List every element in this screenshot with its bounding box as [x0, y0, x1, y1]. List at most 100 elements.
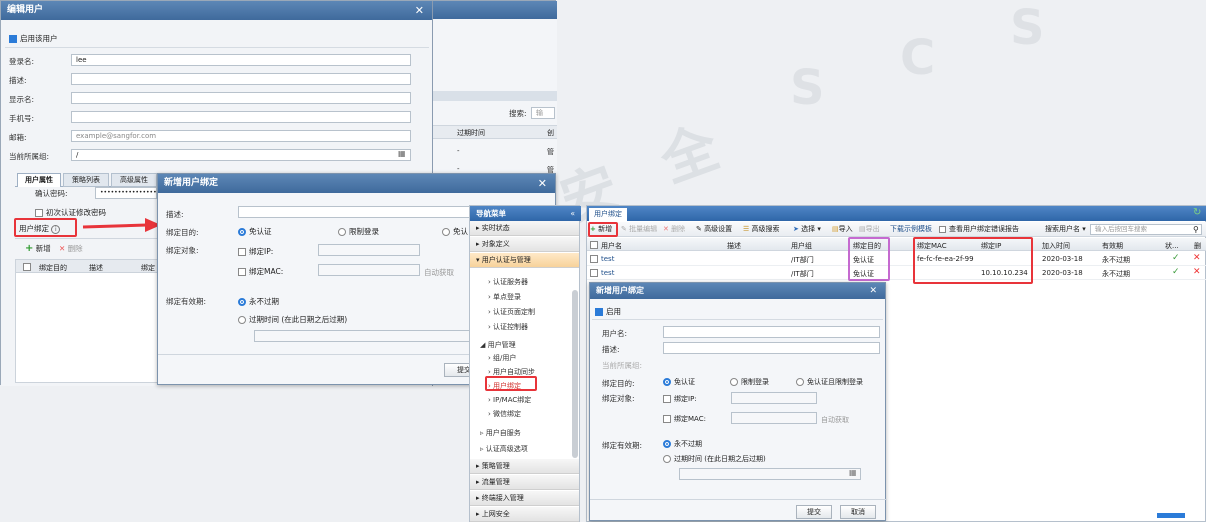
- nav-item-objects[interactable]: ▸ 对象定义: [470, 237, 579, 252]
- group-label: 当前所属组:: [602, 361, 643, 370]
- close-icon[interactable]: ✕: [869, 283, 877, 299]
- col-status: 状...: [1165, 242, 1179, 250]
- email-label: 邮箱:: [9, 133, 27, 142]
- advanced-search-button[interactable]: ☰ 高级搜索: [743, 222, 780, 237]
- nav-item-security[interactable]: ▸ 上网安全: [470, 507, 579, 522]
- nav-sub-wechat[interactable]: › 微信绑定: [488, 409, 521, 419]
- bind-ip-input[interactable]: [318, 244, 420, 256]
- nav-scrollbar[interactable]: [572, 290, 578, 458]
- cell-join-time: 2020-03-18: [1042, 255, 1083, 263]
- nav-sub-ipmac[interactable]: › IP/MAC绑定: [488, 395, 531, 405]
- cell-username[interactable]: test: [601, 269, 614, 277]
- nav-sub-auth-page[interactable]: › 认证页面定制: [488, 307, 535, 317]
- purpose-radio-noauth[interactable]: 免认证: [238, 226, 272, 237]
- nav-item-auth[interactable]: ▾ 用户认证与管理: [470, 253, 579, 268]
- purpose-radio-noauth[interactable]: 免认证: [663, 377, 695, 387]
- batch-edit-button[interactable]: ✎ 批量编辑: [621, 222, 657, 237]
- select-button[interactable]: ➤ 选择 ▾: [793, 222, 821, 237]
- enable-checkbox[interactable]: 启用: [595, 306, 621, 317]
- search-input[interactable]: 输入后按回车搜索: [1090, 224, 1202, 235]
- advanced-settings-button[interactable]: ✎ 高级设置: [696, 222, 732, 237]
- auto-get-link[interactable]: 自动获取: [821, 415, 849, 425]
- download-template-link[interactable]: 下载示例模板: [890, 222, 932, 237]
- highlight-purpose-column: [848, 237, 890, 281]
- submit-button[interactable]: 提交: [796, 505, 832, 519]
- delete-icon[interactable]: ✕: [1193, 253, 1201, 263]
- purpose-radio-both[interactable]: 免认: [442, 226, 468, 237]
- nav-item-policy[interactable]: ▸ 策略管理: [470, 459, 579, 474]
- cell-username[interactable]: test: [601, 255, 614, 263]
- search-input[interactable]: 输: [531, 107, 555, 119]
- phone-input[interactable]: [71, 111, 411, 123]
- email-input[interactable]: example@sangfor.com: [71, 130, 411, 142]
- cell-group: /IT部门: [791, 270, 814, 278]
- row-checkbox[interactable]: [590, 254, 601, 263]
- never-expire-radio[interactable]: 永不过期: [663, 439, 702, 449]
- username-input[interactable]: [663, 326, 880, 338]
- search-field-select[interactable]: 搜索用户名 ▾: [1045, 222, 1086, 237]
- expire-date-input[interactable]: [679, 468, 861, 480]
- tab-advanced[interactable]: 高级属性: [111, 173, 157, 187]
- bind-mac-checkbox[interactable]: 绑定MAC:: [238, 266, 283, 277]
- auto-get-link[interactable]: 自动获取: [424, 267, 454, 278]
- desc-input[interactable]: [663, 342, 880, 354]
- calendar-icon[interactable]: ▦: [849, 468, 857, 477]
- confirm-pwd-input[interactable]: •••••••••••••••••••: [95, 187, 157, 199]
- purpose-radio-limit[interactable]: 限制登录: [338, 226, 379, 237]
- select-all-checkbox[interactable]: [590, 240, 601, 249]
- watermark: S: [790, 60, 825, 116]
- expire-time-radio[interactable]: 过期时间 (在此日期之后过期): [663, 454, 766, 464]
- bind-mac-input[interactable]: [318, 264, 420, 276]
- cancel-button[interactable]: 取消: [840, 505, 876, 519]
- bind-mac-checkbox[interactable]: 绑定MAC:: [663, 414, 706, 424]
- error-report-button[interactable]: 查看用户绑定错误报告: [939, 222, 1019, 237]
- export-button[interactable]: ▤导出: [859, 222, 880, 237]
- tab-user-props[interactable]: 用户属性: [17, 173, 61, 187]
- bind-ip-checkbox[interactable]: 绑定IP:: [663, 394, 697, 404]
- highlight-add: [588, 222, 618, 237]
- nav-item-realtime[interactable]: ▸ 实时状态: [470, 221, 579, 236]
- nav-group-user-mgmt[interactable]: ◢ 用户管理: [480, 340, 516, 350]
- validity-label: 绑定有效期:: [602, 441, 643, 450]
- never-expire-radio[interactable]: 永不过期: [238, 296, 279, 307]
- tab-user-binding[interactable]: 用户绑定: [589, 208, 627, 221]
- nav-sub-group-user[interactable]: › 组/用户: [488, 353, 516, 363]
- group-input[interactable]: /: [71, 149, 411, 161]
- delete-icon[interactable]: ✕: [1193, 267, 1201, 277]
- expire-time-radio[interactable]: 过期时间 (在此日期之后过期): [238, 314, 347, 325]
- nav-item-traffic[interactable]: ▸ 流量管理: [470, 475, 579, 490]
- login-name-input[interactable]: lee: [71, 54, 411, 66]
- tab-policy-list[interactable]: 策略列表: [63, 173, 109, 187]
- display-name-input[interactable]: [71, 92, 411, 104]
- collapse-icon[interactable]: «: [570, 206, 575, 221]
- bind-ip-input[interactable]: [731, 392, 817, 404]
- search-list-icon: ☰: [743, 225, 750, 233]
- enable-user-checkbox[interactable]: 启用该用户: [9, 33, 58, 44]
- nav-sub-auth-advanced[interactable]: ▹ 认证高级选项: [480, 444, 528, 454]
- nav-item-terminal[interactable]: ▸ 终端接入管理: [470, 491, 579, 506]
- watermark: 全: [652, 115, 728, 196]
- cell-validity: 永不过期: [1102, 256, 1130, 264]
- nav-sub-sso[interactable]: › 单点登录: [488, 292, 521, 302]
- import-button[interactable]: ▤导入: [832, 222, 853, 237]
- select-all-checkbox[interactable]: [23, 262, 34, 271]
- delete-button[interactable]: ✕ 删除: [59, 243, 83, 254]
- desc-input[interactable]: [71, 73, 411, 85]
- nav-sub-auth-server[interactable]: › 认证服务器: [488, 277, 528, 287]
- nav-sub-auth-controller[interactable]: › 认证控制器: [488, 322, 528, 332]
- close-icon[interactable]: ✕: [538, 174, 547, 193]
- nav-sub-self-service[interactable]: ▹ 用户自服务: [480, 428, 521, 438]
- group-picker-icon[interactable]: ▦: [398, 149, 406, 158]
- bind-mac-input[interactable]: [731, 412, 817, 424]
- close-icon[interactable]: ✕: [415, 1, 424, 20]
- refresh-icon[interactable]: ↻: [1193, 207, 1201, 218]
- add-button[interactable]: + 新增: [25, 243, 51, 254]
- purpose-radio-both[interactable]: 免认证且限制登录: [796, 377, 863, 387]
- row-checkbox[interactable]: [590, 268, 601, 277]
- plus-icon: +: [25, 243, 34, 254]
- purpose-radio-limit[interactable]: 限制登录: [730, 377, 769, 387]
- search-icon[interactable]: ⚲: [1193, 222, 1199, 237]
- delete-button[interactable]: ✕ 删除: [663, 222, 685, 237]
- bind-ip-checkbox[interactable]: 绑定IP:: [238, 246, 273, 257]
- nav-title: 导航菜单: [476, 209, 506, 218]
